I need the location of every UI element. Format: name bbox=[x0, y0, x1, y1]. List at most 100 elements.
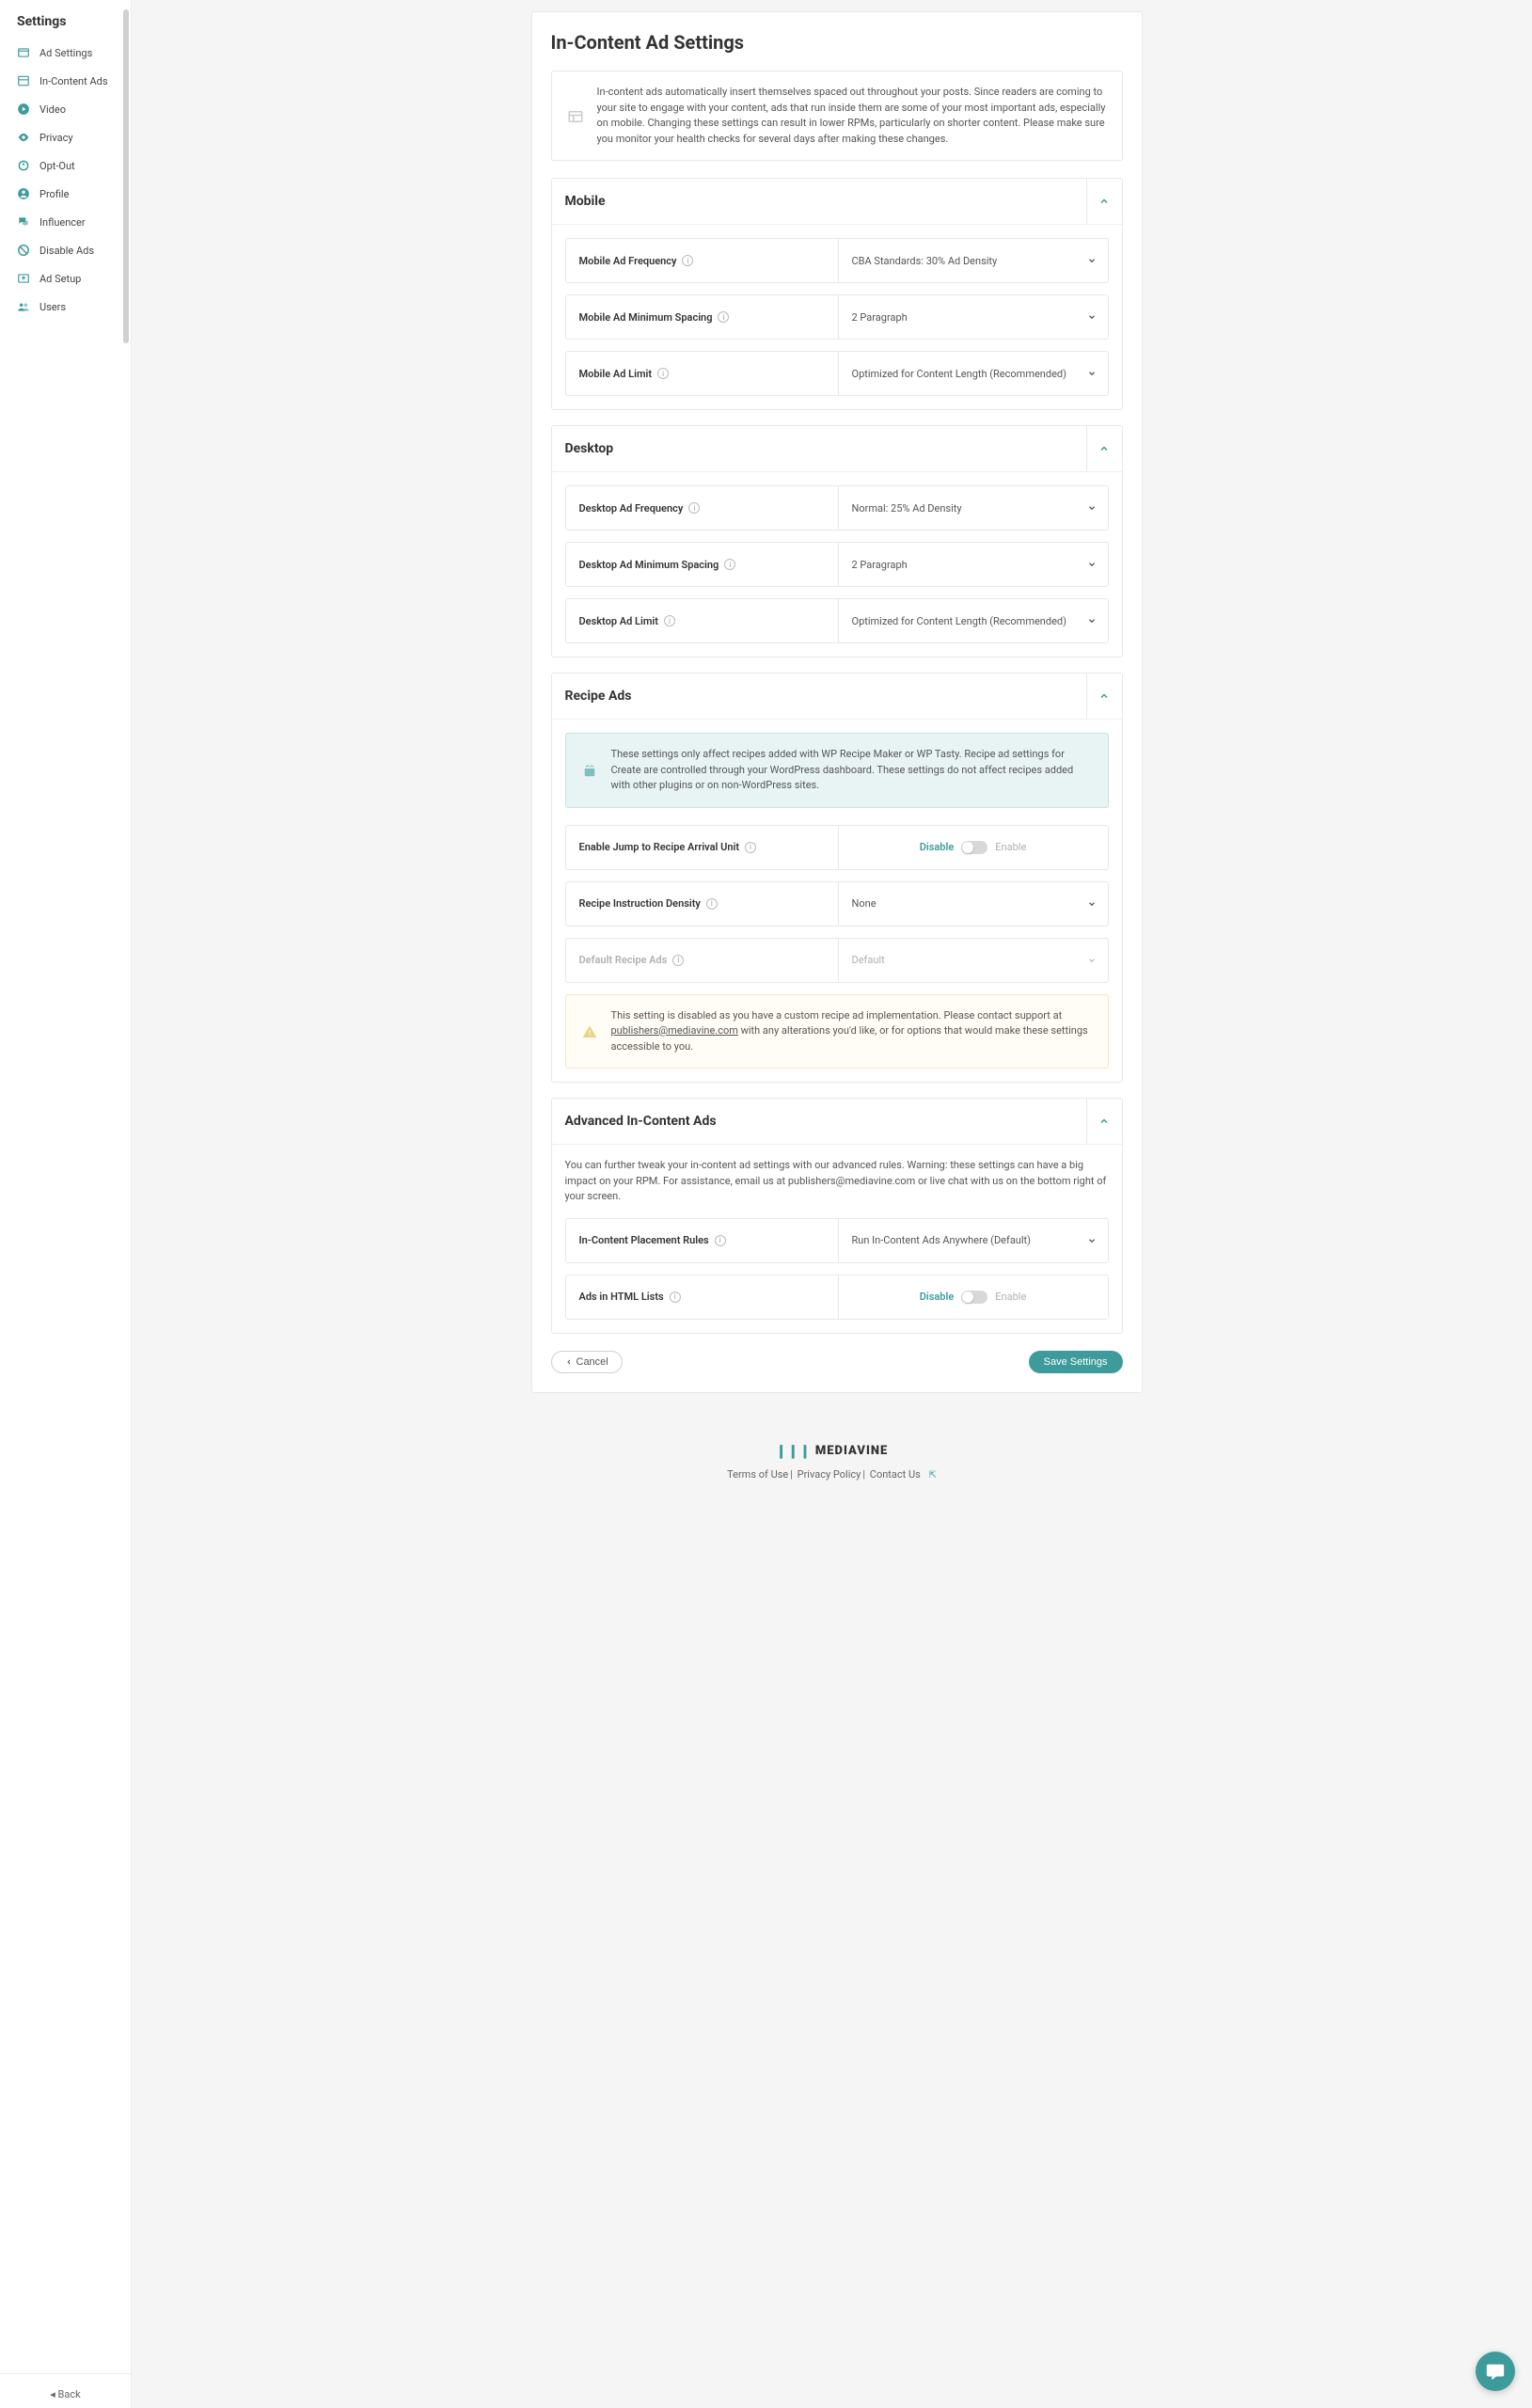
chevron-left-icon: ◂ bbox=[50, 2388, 57, 2400]
field-label: Mobile Ad Limiti bbox=[566, 352, 839, 395]
layout-icon bbox=[17, 74, 30, 87]
sidebar-item-opt-out[interactable]: Opt-Out bbox=[0, 151, 131, 180]
toggle-switch[interactable] bbox=[961, 841, 987, 854]
sidebar-item-video[interactable]: Video bbox=[0, 95, 131, 123]
desktop-ad-frequency-select[interactable]: Normal: 25% Ad Density bbox=[839, 486, 1108, 530]
mobile-section-title: Mobile bbox=[552, 179, 1086, 224]
sidebar-item-label: In-Content Ads bbox=[39, 75, 108, 87]
sidebar-item-ad-settings[interactable]: Ad Settings bbox=[0, 39, 131, 67]
window-icon bbox=[17, 46, 30, 59]
info-icon[interactable]: i bbox=[664, 615, 675, 626]
warning-icon bbox=[581, 1008, 598, 1055]
mobile-ad-spacing-select[interactable]: 2 Paragraph bbox=[839, 295, 1108, 339]
field-label: Desktop Ad Minimum Spacingi bbox=[566, 543, 839, 586]
sidebar-item-label: Opt-Out bbox=[39, 160, 75, 172]
sidebar-item-influencer[interactable]: Influencer bbox=[0, 208, 131, 236]
sidebar-item-privacy[interactable]: Privacy bbox=[0, 123, 131, 151]
advanced-section-title: Advanced In-Content Ads bbox=[552, 1099, 1086, 1144]
sidebar-item-profile[interactable]: Profile bbox=[0, 180, 131, 208]
chat-widget-button[interactable] bbox=[1476, 2352, 1515, 2391]
eye-icon bbox=[17, 131, 30, 144]
field-label: Desktop Ad Limiti bbox=[566, 599, 839, 642]
info-icon[interactable]: i bbox=[718, 311, 729, 323]
info-icon[interactable]: i bbox=[724, 559, 735, 570]
chevron-down-icon bbox=[1087, 560, 1097, 569]
mobile-section: Mobile Mobile Ad Frequencyi CBA Standard… bbox=[551, 178, 1123, 410]
sidebar-item-label: Ad Settings bbox=[39, 47, 92, 59]
collapse-button[interactable] bbox=[1086, 1099, 1122, 1144]
advanced-note: You can further tweak your in-content ad… bbox=[565, 1158, 1109, 1218]
info-icon[interactable]: i bbox=[745, 842, 756, 853]
footer: ❙❙❙ MEDIAVINE Terms of Use| Privacy Poli… bbox=[132, 1421, 1532, 1518]
terms-link[interactable]: Terms of Use bbox=[727, 1468, 788, 1481]
sidebar: Settings Ad Settings In-Content Ads Vide… bbox=[0, 0, 132, 2408]
sidebar-item-label: Users bbox=[39, 301, 66, 313]
recipe-info-box: These settings only affect recipes added… bbox=[565, 733, 1109, 808]
desktop-ad-limit-select[interactable]: Optimized for Content Length (Recommende… bbox=[839, 599, 1108, 642]
recipe-ads-section-title: Recipe Ads bbox=[552, 673, 1086, 719]
mobile-ad-frequency-select[interactable]: CBA Standards: 30% Ad Density bbox=[839, 239, 1108, 282]
recipe-ads-section: Recipe Ads These settings only affect re… bbox=[551, 673, 1123, 1083]
info-icon[interactable]: i bbox=[688, 502, 700, 514]
field-label: Recipe Instruction Densityi bbox=[566, 882, 839, 926]
jump-to-recipe-row: Enable Jump to Recipe Arrival Uniti Disa… bbox=[565, 825, 1109, 870]
recipe-icon bbox=[581, 747, 598, 794]
sidebar-item-label: Ad Setup bbox=[39, 273, 81, 285]
intro-box: In-content ads automatically insert them… bbox=[551, 71, 1123, 161]
desktop-ad-frequency-row: Desktop Ad Frequencyi Normal: 25% Ad Den… bbox=[565, 485, 1109, 531]
desktop-ad-limit-row: Desktop Ad Limiti Optimized for Content … bbox=[565, 598, 1109, 643]
sidebar-item-ad-setup[interactable]: Ad Setup bbox=[0, 264, 131, 293]
collapse-button[interactable] bbox=[1086, 673, 1122, 719]
chevron-down-icon bbox=[1087, 616, 1097, 626]
cancel-button[interactable]: Cancel bbox=[551, 1351, 623, 1373]
contact-link[interactable]: Contact Us bbox=[870, 1468, 921, 1481]
chevron-down-icon bbox=[1087, 503, 1097, 513]
default-recipe-ads-row: Default Recipe Adsi Default bbox=[565, 938, 1109, 983]
collapse-button[interactable] bbox=[1086, 179, 1122, 224]
desktop-ad-spacing-select[interactable]: 2 Paragraph bbox=[839, 543, 1108, 586]
recipe-density-select[interactable]: None bbox=[839, 882, 1108, 926]
footer-logo[interactable]: ❙❙❙ MEDIAVINE bbox=[776, 1444, 889, 1459]
desktop-section: Desktop Desktop Ad Frequencyi Normal: 25… bbox=[551, 425, 1123, 657]
sidebar-item-disable-ads[interactable]: Disable Ads bbox=[0, 236, 131, 264]
sidebar-item-label: Profile bbox=[39, 188, 69, 200]
jump-to-recipe-toggle[interactable]: Disable Enable bbox=[839, 826, 1108, 869]
power-icon bbox=[17, 159, 30, 172]
field-label: Mobile Ad Frequencyi bbox=[566, 239, 839, 282]
privacy-link[interactable]: Privacy Policy bbox=[798, 1468, 861, 1481]
info-icon[interactable]: i bbox=[672, 955, 684, 966]
mobile-ad-limit-select[interactable]: Optimized for Content Length (Recommende… bbox=[839, 352, 1108, 395]
page-title: In-Content Ad Settings bbox=[551, 31, 1123, 54]
sidebar-item-in-content-ads[interactable]: In-Content Ads bbox=[0, 67, 131, 95]
sidebar-item-label: Privacy bbox=[39, 132, 73, 144]
placement-rules-select[interactable]: Run In-Content Ads Anywhere (Default) bbox=[839, 1219, 1108, 1262]
ads-in-html-lists-toggle[interactable]: Disable Enable bbox=[839, 1275, 1108, 1319]
support-email-link[interactable]: publishers@mediavine.com bbox=[611, 1024, 738, 1037]
sidebar-item-label: Video bbox=[39, 103, 66, 116]
field-label: Desktop Ad Frequencyi bbox=[566, 486, 839, 530]
sidebar-scrollbar-thumb[interactable] bbox=[123, 9, 129, 343]
sidebar-back-button[interactable]: ◂ Back bbox=[0, 2373, 131, 2408]
info-icon[interactable]: i bbox=[715, 1235, 726, 1246]
info-icon[interactable]: i bbox=[706, 898, 718, 910]
chat-icon bbox=[1485, 2361, 1506, 2382]
chevron-down-icon bbox=[1087, 312, 1097, 322]
placement-rules-row: In-Content Placement Rulesi Run In-Conte… bbox=[565, 1218, 1109, 1263]
info-icon[interactable]: i bbox=[670, 1291, 681, 1303]
sidebar-item-users[interactable]: Users bbox=[0, 293, 131, 321]
collapse-button[interactable] bbox=[1086, 426, 1122, 471]
desktop-section-title: Desktop bbox=[552, 426, 1086, 471]
sidebar-scrollbar-track[interactable] bbox=[123, 0, 131, 2408]
chat-icon bbox=[17, 215, 30, 229]
info-icon[interactable]: i bbox=[657, 368, 669, 379]
desktop-ad-spacing-row: Desktop Ad Minimum Spacingi 2 Paragraph bbox=[565, 542, 1109, 587]
sidebar-title: Settings bbox=[0, 14, 131, 39]
advanced-section: Advanced In-Content Ads You can further … bbox=[551, 1098, 1123, 1334]
main-content: In-Content Ad Settings In-content ads au… bbox=[494, 0, 1171, 1421]
save-settings-button[interactable]: Save Settings bbox=[1029, 1351, 1123, 1373]
mobile-ad-limit-row: Mobile Ad Limiti Optimized for Content L… bbox=[565, 351, 1109, 396]
sidebar-item-label: Disable Ads bbox=[39, 245, 94, 257]
info-icon[interactable]: i bbox=[682, 255, 693, 266]
field-label: Ads in HTML Listsi bbox=[566, 1275, 839, 1319]
toggle-switch[interactable] bbox=[961, 1291, 987, 1304]
